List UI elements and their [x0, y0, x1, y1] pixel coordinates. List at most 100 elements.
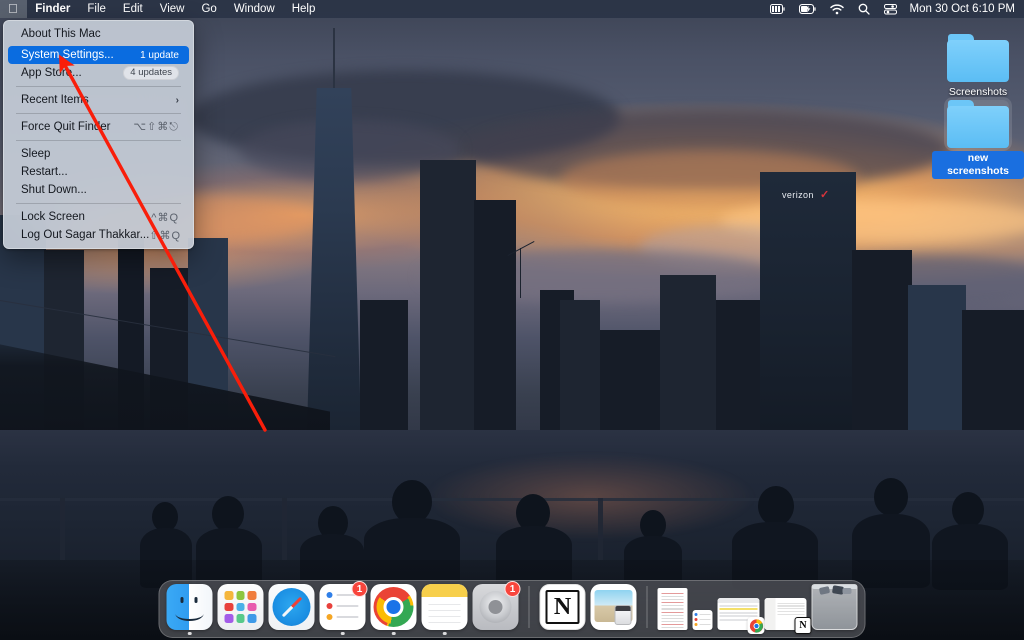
- building: [600, 330, 660, 432]
- update-count-label: 1 update: [140, 50, 179, 61]
- building-spire: [333, 28, 335, 90]
- apple-dropdown-menu: About This Mac System Settings... 1 upda…: [3, 20, 194, 249]
- menu-item-lock-screen[interactable]: Lock Screen ^⌘Q: [8, 208, 189, 226]
- menu-item-file[interactable]: File: [79, 0, 115, 18]
- dock-item-document-stack[interactable]: [658, 588, 688, 630]
- dock-item-preview[interactable]: [591, 584, 637, 630]
- apple-menu-button[interactable]: : [0, 0, 27, 18]
- apple-logo-icon: : [8, 2, 18, 15]
- battery-charging-icon[interactable]: [792, 4, 823, 14]
- desktop-icon-new-screenshots[interactable]: new screenshots: [932, 100, 1024, 179]
- menu-item-label: App Store...: [21, 67, 123, 79]
- wifi-icon[interactable]: [823, 4, 851, 15]
- menu-item-label: Log Out Sagar Thakkar...: [21, 229, 149, 241]
- notion-icon: N: [540, 584, 586, 630]
- running-indicator: [188, 632, 192, 636]
- dock-separator: [529, 586, 530, 628]
- menu-item-shortcut: ⇧⌘Q: [149, 229, 181, 242]
- dock-item-trash[interactable]: [812, 584, 858, 630]
- menu-item-recent-items[interactable]: Recent Items ›: [8, 91, 189, 109]
- building: [360, 300, 408, 432]
- chevron-right-icon: ›: [176, 95, 179, 106]
- finder-icon: [167, 584, 213, 630]
- menu-separator: [16, 140, 181, 141]
- menu-item-window[interactable]: Window: [225, 0, 283, 18]
- battery-percentage-icon[interactable]: [763, 4, 792, 14]
- dock: 1 1 N: [159, 580, 866, 638]
- desktop-icon-screenshots[interactable]: Screenshots: [932, 34, 1024, 100]
- running-indicator: [443, 632, 447, 636]
- building: [474, 200, 516, 432]
- menu-item-view[interactable]: View: [151, 0, 193, 18]
- dock-item-reminders[interactable]: 1: [320, 584, 366, 630]
- menu-item-label: About This Mac: [21, 28, 179, 40]
- menu-item-label: Lock Screen: [21, 211, 151, 223]
- dock-minimized-chrome[interactable]: [718, 598, 760, 630]
- building: [962, 310, 1024, 432]
- menu-item-shut-down[interactable]: Shut Down...: [8, 181, 189, 199]
- launchpad-icon: [218, 584, 264, 630]
- menu-item-help[interactable]: Help: [283, 0, 324, 18]
- verizon-checkmark-icon: ✓: [820, 188, 829, 201]
- chrome-icon: [748, 617, 765, 634]
- menu-item-about-this-mac[interactable]: About This Mac: [8, 25, 189, 43]
- dock-item-finder[interactable]: [167, 584, 213, 630]
- menu-item-label: Sleep: [21, 148, 179, 160]
- railing-post: [598, 498, 603, 560]
- dock-item-launchpad[interactable]: [218, 584, 264, 630]
- menu-item-edit[interactable]: Edit: [114, 0, 151, 18]
- dock-item-system-settings[interactable]: 1: [473, 584, 519, 630]
- menu-item-app-store[interactable]: App Store... 4 updates: [8, 64, 189, 82]
- notion-icon: N: [795, 617, 812, 634]
- dock-minimized-reminders[interactable]: [693, 610, 713, 630]
- running-indicator: [341, 632, 345, 636]
- menu-item-restart[interactable]: Restart...: [8, 163, 189, 181]
- menu-item-log-out[interactable]: Log Out Sagar Thakkar... ⇧⌘Q: [8, 226, 189, 244]
- dock-minimized-notion[interactable]: N: [765, 598, 807, 630]
- trash-icon: [812, 584, 858, 630]
- verizon-building: [760, 172, 856, 430]
- building: [852, 250, 912, 432]
- person-head: [874, 478, 908, 516]
- railing-post: [282, 498, 287, 560]
- menu-item-label: Restart...: [21, 166, 179, 178]
- notes-icon: [422, 584, 468, 630]
- search-icon[interactable]: [851, 3, 877, 15]
- construction-crane: [520, 248, 521, 298]
- building: [420, 160, 476, 432]
- menu-item-force-quit-finder[interactable]: Force Quit Finder ⌥⇧⌘⎋: [8, 118, 189, 136]
- dock-item-chrome[interactable]: [371, 584, 417, 630]
- railing-post: [60, 498, 65, 560]
- person-head: [212, 496, 244, 532]
- menu-item-system-settings[interactable]: System Settings... 1 update: [8, 46, 189, 64]
- building: [908, 285, 966, 432]
- waterfront-railing: [0, 498, 1024, 501]
- desktop-icon-label: new screenshots: [932, 151, 1024, 179]
- person-head: [758, 486, 794, 526]
- menu-bar:  Finder File Edit View Go Window Help: [0, 0, 1024, 18]
- dock-item-notes[interactable]: [422, 584, 468, 630]
- folder-icon: [947, 34, 1009, 82]
- badge-count: 1: [505, 581, 521, 597]
- menu-item-label: System Settings...: [21, 49, 140, 61]
- dock-item-safari[interactable]: [269, 584, 315, 630]
- safari-icon: [269, 584, 315, 630]
- building: [560, 300, 600, 432]
- preview-icon: [591, 584, 637, 630]
- dock-item-notion[interactable]: N: [540, 584, 586, 630]
- menu-item-go[interactable]: Go: [193, 0, 225, 18]
- menu-item-label: Recent Items: [21, 94, 176, 106]
- menu-item-finder[interactable]: Finder: [27, 0, 79, 18]
- menu-bar-clock[interactable]: Mon 30 Oct 6:10 PM: [904, 3, 1015, 15]
- desktop-icon-label: Screenshots: [945, 85, 1011, 100]
- building: [716, 300, 764, 432]
- updates-badge: 4 updates: [123, 66, 179, 80]
- badge-count: 1: [352, 581, 368, 597]
- menu-item-shortcut: ^⌘Q: [151, 211, 179, 224]
- control-center-icon[interactable]: [877, 4, 904, 15]
- document-icon: [658, 588, 688, 630]
- menu-separator: [16, 86, 181, 87]
- building: [660, 275, 716, 433]
- menu-item-sleep[interactable]: Sleep: [8, 145, 189, 163]
- person-head: [952, 492, 984, 528]
